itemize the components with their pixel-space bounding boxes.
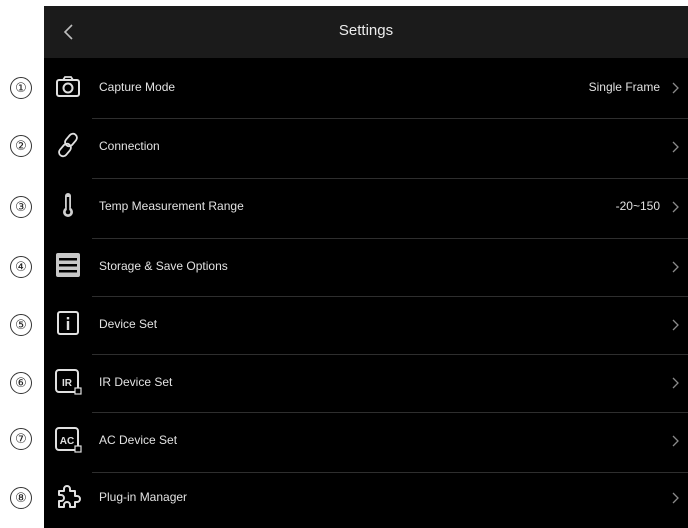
row-value: Single Frame — [588, 80, 660, 94]
thermometer-icon — [54, 191, 82, 219]
row-label: Device Set — [99, 317, 158, 331]
chevron-right-icon — [672, 492, 679, 504]
settings-row-connection[interactable]: Connection — [44, 119, 688, 177]
settings-row-ir-device-set[interactable]: IR IR Device Set — [44, 355, 688, 413]
row-label: Plug-in Manager — [99, 490, 188, 504]
storage-icon — [54, 251, 82, 279]
camera-icon — [54, 72, 82, 100]
callout-number: ⑧ — [10, 487, 32, 509]
row-label: Capture Mode — [99, 80, 176, 94]
chevron-right-icon — [672, 201, 679, 213]
row-label: AC Device Set — [99, 433, 178, 447]
settings-row-device-set[interactable]: Device Set — [44, 297, 688, 355]
chevron-right-icon — [672, 377, 679, 389]
svg-text:IR: IR — [62, 378, 73, 389]
row-label: IR Device Set — [99, 375, 173, 389]
row-label: Connection — [99, 139, 160, 153]
row-value: -20~150 — [615, 199, 660, 213]
callout-number: ④ — [10, 256, 32, 278]
chevron-right-icon — [672, 435, 679, 447]
settings-row-temp-range[interactable]: Temp Measurement Range -20~150 — [44, 179, 688, 237]
header-bar: Settings — [44, 6, 688, 58]
plugin-icon — [54, 482, 82, 510]
page-title: Settings — [338, 22, 394, 39]
row-label: Temp Measurement Range — [99, 199, 244, 213]
link-icon — [54, 131, 82, 159]
info-icon — [54, 309, 82, 337]
settings-row-plugin-manager[interactable]: Plug-in Manager — [44, 470, 688, 528]
ir-badge-icon: IR — [54, 367, 82, 395]
callout-number: ② — [10, 135, 32, 157]
callout-number: ⑥ — [10, 372, 32, 394]
settings-row-storage[interactable]: Storage & Save Options — [44, 239, 688, 297]
settings-row-ac-device-set[interactable]: AC AC Device Set — [44, 413, 688, 471]
row-label: Storage & Save Options — [99, 259, 228, 273]
settings-row-capture-mode[interactable]: Capture Mode Single Frame — [44, 60, 688, 118]
chevron-right-icon — [672, 261, 679, 273]
callout-number: ⑦ — [10, 428, 32, 450]
callout-number: ③ — [10, 196, 32, 218]
callout-column: ① ② ③ ④ ⑤ ⑥ ⑦ ⑧ — [0, 0, 44, 528]
chevron-right-icon — [672, 319, 679, 331]
callout-number: ⑤ — [10, 314, 32, 336]
ac-badge-icon: AC — [54, 425, 82, 453]
chevron-right-icon — [672, 82, 679, 94]
svg-text:AC: AC — [60, 436, 74, 447]
settings-screen: Settings Capture Mode Single Frame Conne… — [44, 6, 688, 528]
chevron-right-icon — [672, 141, 679, 153]
callout-number: ① — [10, 77, 32, 99]
